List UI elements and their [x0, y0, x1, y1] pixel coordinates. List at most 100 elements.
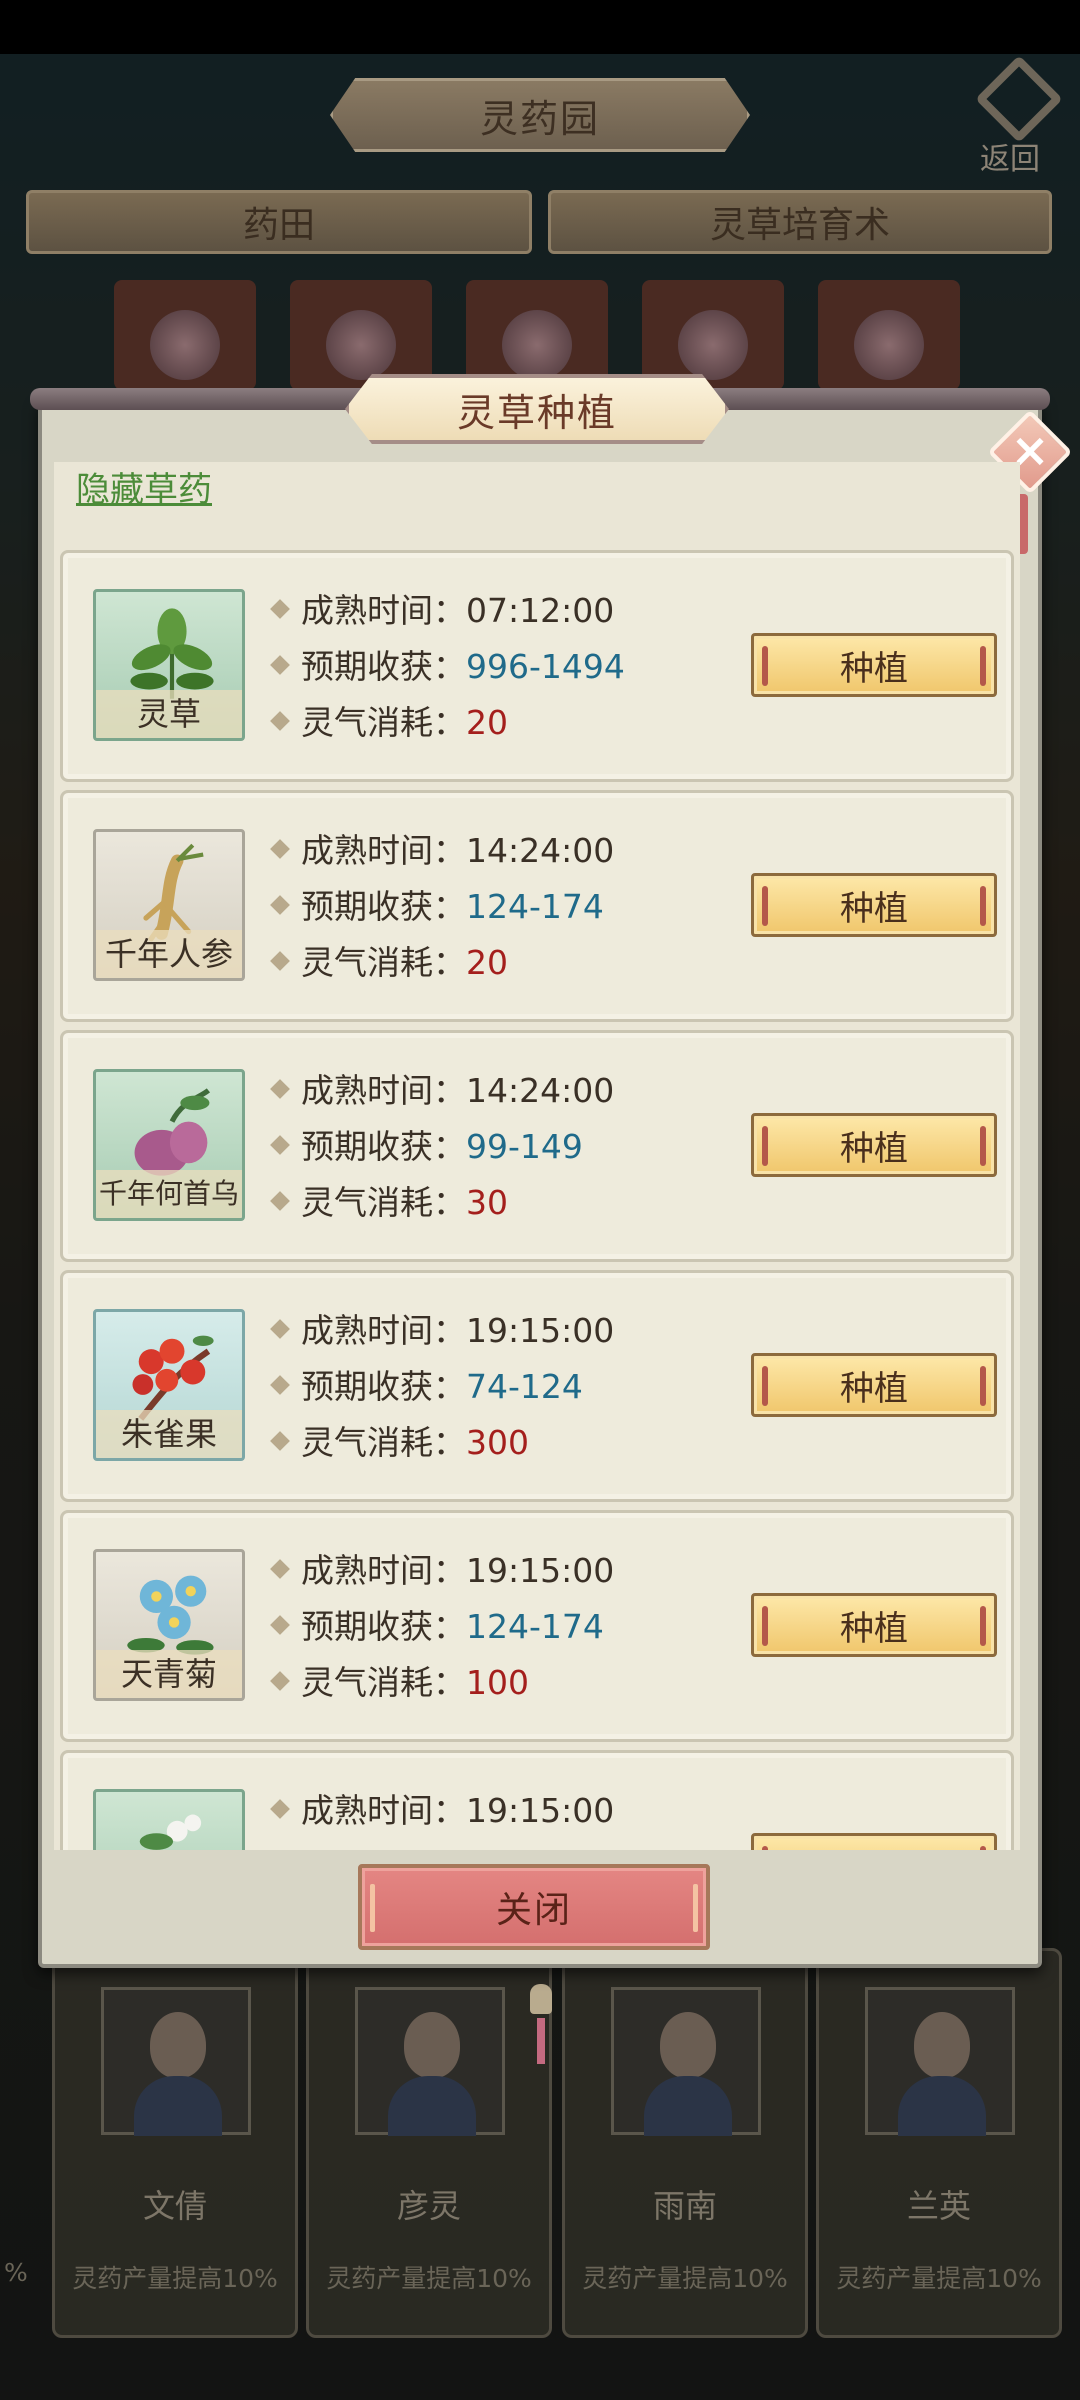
- hide-herbs-link[interactable]: 隐藏草药: [76, 466, 212, 514]
- spirit-cost-row: 灵气消耗：20: [270, 941, 508, 985]
- spirit-cost-row: 灵气消耗：300: [270, 1421, 529, 1465]
- plant-button[interactable]: 种植: [751, 1353, 997, 1417]
- herb-plot[interactable]: [642, 280, 784, 390]
- plant-button[interactable]: 种植: [751, 1593, 997, 1657]
- expected-yield: 996-1494: [466, 647, 625, 686]
- back-label: 返回: [980, 142, 1040, 177]
- stat-label: 预期收获：: [301, 887, 466, 926]
- herb-icon-frame: 灵草: [93, 589, 245, 741]
- maid-card[interactable]: 文倩 灵药产量提高10%: [52, 1948, 298, 2338]
- herb-name: 灵草: [96, 690, 242, 738]
- mature-time: 14:24:00: [466, 831, 615, 870]
- mature-time-row: 成熟时间：19:15:00: [270, 1549, 615, 1593]
- stat-label: 预期收获：: [301, 1127, 466, 1166]
- stat-label: 预期收获：: [301, 647, 466, 686]
- herb-name: 千年人参: [96, 930, 242, 978]
- plant-button[interactable]: 种植: [751, 633, 997, 697]
- tab-herb-cultivation[interactable]: 灵草培育术: [548, 190, 1052, 254]
- spirit-cost-row: 灵气消耗：100: [270, 1661, 529, 1705]
- expected-yield: 99-149: [466, 1127, 583, 1166]
- stat-label: 灵气消耗：: [301, 1663, 466, 1702]
- close-button[interactable]: 关闭: [358, 1864, 710, 1950]
- mature-time: 19:15:00: [466, 1551, 615, 1590]
- maid-portrait: [101, 1987, 251, 2136]
- maid-card[interactable]: 雨南 灵药产量提高10%: [562, 1948, 808, 2338]
- list-item: 灵草 成熟时间：07:12:00 预期收获：996-1494 灵气消耗：20 种…: [60, 550, 1014, 782]
- expected-yield-row: 预期收获：124-174: [270, 1605, 604, 1649]
- mature-time-row: 成熟时间：07:12:00: [270, 589, 615, 633]
- maid-card[interactable]: 彦灵 灵药产量提高10%: [306, 1948, 552, 2338]
- maid-bonus: 灵药产量提高10%: [326, 2264, 532, 2293]
- stat-label: 成熟时间：: [301, 1071, 466, 1110]
- herb-name: 千年何首乌: [96, 1170, 242, 1218]
- plant-button[interactable]: 种植: [751, 873, 997, 937]
- herb-icon-frame: 天青菊: [93, 1549, 245, 1701]
- mature-time: 19:15:00: [466, 1791, 615, 1830]
- maid-bonus: 灵药产量提高10%: [836, 2264, 1042, 2293]
- spirit-cost: 300: [466, 1423, 529, 1462]
- status-bar: [0, 0, 1080, 54]
- stat-label: 成熟时间：: [301, 1311, 466, 1350]
- white-flower-icon: [139, 1814, 202, 1850]
- stat-label: 预期收获：: [301, 1367, 466, 1406]
- azure-chrysanthemum-icon: [127, 1575, 214, 1655]
- ginseng-icon: [143, 843, 204, 942]
- spirit-cost-row: 灵气消耗：20: [270, 701, 508, 745]
- stat-label: 预期收获：: [301, 1847, 466, 1850]
- list-item: 成熟时间：19:15:00 预期收获： 种植: [60, 1750, 1014, 1850]
- herb-name: 天青菊: [96, 1650, 242, 1698]
- herb-plot[interactable]: [114, 280, 256, 390]
- herb-list[interactable]: 灵草 成熟时间：07:12:00 预期收获：996-1494 灵气消耗：20 种…: [54, 550, 1020, 1850]
- herb-plot[interactable]: [466, 280, 608, 390]
- spirit-cost: 100: [466, 1663, 529, 1702]
- back-button[interactable]: 返回: [968, 55, 1066, 177]
- spirit-cost: 20: [466, 703, 508, 742]
- herb-icon-frame: 朱雀果: [93, 1309, 245, 1461]
- expected-yield: 124-174: [466, 1607, 604, 1646]
- stat-label: 预期收获：: [301, 1607, 466, 1646]
- list-item: 千年何首乌 成熟时间：14:24:00 预期收获：99-149 灵气消耗：30 …: [60, 1030, 1014, 1262]
- stat-label: 灵气消耗：: [301, 703, 466, 742]
- expected-yield-row: 预期收获：124-174: [270, 885, 604, 929]
- herb-icon-frame: [93, 1789, 245, 1850]
- maid-bonus: 灵药产量提高10%: [72, 2264, 278, 2293]
- list-item: 天青菊 成熟时间：19:15:00 预期收获：124-174 灵气消耗：100 …: [60, 1510, 1014, 1742]
- maid-portrait: [865, 1987, 1015, 2136]
- spirit-cost-row: 灵气消耗：30: [270, 1181, 508, 1225]
- stat-label: 灵气消耗：: [301, 943, 466, 982]
- maid-name: 兰英: [906, 2187, 971, 2225]
- maid-card[interactable]: 兰英 灵药产量提高10%: [816, 1948, 1062, 2338]
- spirit-cost: 30: [466, 1183, 508, 1222]
- mature-time: 14:24:00: [466, 1071, 615, 1110]
- mature-time: 19:15:00: [466, 1311, 615, 1350]
- herb-name: 朱雀果: [96, 1410, 242, 1458]
- back-arrow-icon: [975, 55, 1063, 143]
- stat-label: 灵气消耗：: [301, 1423, 466, 1462]
- vermilion-fruit-icon: [132, 1335, 214, 1421]
- mature-time-row: 成熟时间：19:15:00: [270, 1789, 615, 1833]
- herb-plot[interactable]: [290, 280, 432, 390]
- dialog-title: 灵草种植: [345, 374, 729, 444]
- expected-yield: 124-174: [466, 887, 604, 926]
- page-title: 灵药园: [330, 78, 750, 152]
- plant-button[interactable]: 种植: [751, 1113, 997, 1177]
- plant-button[interactable]: 种植: [751, 1833, 997, 1850]
- stat-label: 成熟时间：: [301, 1791, 466, 1830]
- herb-list-panel: 隐藏草药 灵草 成熟时间：07:12:00 预期收获：996-1494 灵气消耗…: [54, 462, 1020, 1850]
- maid-name: 雨南: [652, 2187, 717, 2225]
- stat-label: 灵气消耗：: [301, 1183, 466, 1222]
- maid-bonus: 灵药产量提高10%: [582, 2264, 788, 2293]
- maid-bonus-fragment: %: [4, 2258, 28, 2287]
- mature-time-row: 成熟时间：14:24:00: [270, 1069, 615, 1113]
- list-item: 千年人参 成熟时间：14:24:00 预期收获：124-174 灵气消耗：20 …: [60, 790, 1014, 1022]
- tab-herb-field[interactable]: 药田: [26, 190, 532, 254]
- maid-portrait: [355, 1987, 505, 2136]
- mature-time: 07:12:00: [466, 591, 615, 630]
- expected-yield-row: 预期收获：: [273, 1845, 466, 1850]
- stat-label: 成熟时间：: [301, 591, 466, 630]
- spirit-cost: 20: [466, 943, 508, 982]
- maid-name: 彦灵: [396, 2187, 461, 2225]
- herb-plot[interactable]: [818, 280, 960, 390]
- list-item: 朱雀果 成熟时间：19:15:00 预期收获：74-124 灵气消耗：300 种…: [60, 1270, 1014, 1502]
- bell-ornament-icon: [520, 1962, 560, 2072]
